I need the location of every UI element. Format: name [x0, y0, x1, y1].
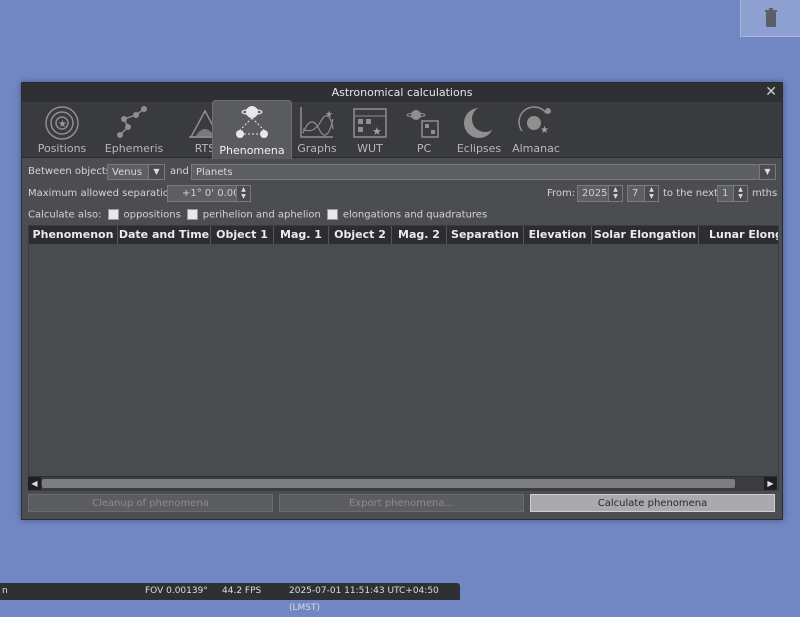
tab-label: Graphs: [297, 142, 337, 155]
oppositions-label: oppositions: [123, 209, 181, 221]
status-datetime: 2025-07-01 11:51:43 UTC+04:50 (LMST): [289, 586, 439, 613]
column-header[interactable]: Object 2: [329, 226, 392, 244]
max-separation-value: +1° 0' 0.00": [182, 188, 245, 199]
svg-text:★: ★: [540, 125, 549, 136]
column-header[interactable]: Lunar Elongat: [699, 226, 778, 244]
positions-icon: ★: [45, 106, 79, 140]
object1-value: Venus: [112, 167, 143, 178]
tab-graphs[interactable]: ★ Graphs: [292, 102, 342, 157]
horizontal-scrollbar[interactable]: ◀ ▶: [28, 476, 777, 490]
graphs-icon: ★: [300, 107, 334, 138]
months-label: mths: [752, 188, 778, 199]
column-header[interactable]: Separation: [447, 226, 524, 244]
from-year-value: 2025: [582, 188, 608, 199]
almanac-icon: ★: [518, 106, 551, 136]
perihelion-checkbox[interactable]: [186, 209, 198, 220]
elongations-label: elongations and quadratures: [342, 209, 488, 221]
scroll-left-icon[interactable]: ◀: [28, 477, 41, 490]
from-year-spinbox[interactable]: 2025 ▲ ▼: [577, 185, 623, 202]
perihelion-label: perihelion and aphelion: [202, 209, 321, 221]
cleanup-phenomena-button[interactable]: Cleanup of phenomena: [28, 494, 273, 512]
svg-text:★: ★: [372, 125, 382, 138]
scrollbar-thumb[interactable]: [42, 479, 735, 488]
tab-label: WUT: [357, 142, 383, 155]
scroll-right-icon[interactable]: ▶: [764, 477, 777, 490]
tab-ephemeris[interactable]: Ephemeris: [98, 102, 170, 157]
next-months-value: 1: [722, 188, 729, 199]
from-label: From:: [547, 188, 576, 199]
tab-label: Eclipses: [456, 142, 502, 155]
from-month-spinbox[interactable]: 7 ▲ ▼: [627, 185, 659, 202]
tab-eclipses[interactable]: Eclipses: [452, 102, 506, 157]
tab-label: Positions: [37, 142, 87, 155]
column-header[interactable]: Date and Time: [118, 226, 211, 244]
tab-phenomena[interactable]: Phenomena: [212, 100, 292, 159]
from-month-value: 7: [632, 188, 639, 199]
chevron-down-icon: ▼: [148, 165, 164, 179]
object1-select[interactable]: Venus ▼: [107, 164, 165, 180]
tab-label: Ephemeris: [104, 142, 164, 155]
between-objects-label: Between objects:: [28, 166, 115, 177]
and-label: and: [170, 166, 189, 177]
tab-wut[interactable]: ★ WUT: [345, 102, 395, 157]
trash-icon: [765, 8, 777, 27]
object2-value: Planets: [196, 167, 233, 178]
next-months-spinbox[interactable]: 1 ▲ ▼: [717, 185, 748, 202]
max-separation-label: Maximum allowed separation:: [28, 188, 179, 199]
calculate-also-label: Calculate also:: [28, 209, 102, 221]
spin-arrows-icon[interactable]: ▲ ▼: [608, 186, 622, 201]
calculate-phenomena-button[interactable]: Calculate phenomena: [530, 494, 775, 512]
status-location: n: [2, 586, 8, 596]
dialog-titlebar[interactable]: Astronomical calculations ✕: [22, 83, 782, 102]
spin-arrows-icon[interactable]: ▲ ▼: [733, 186, 747, 201]
tab-label: Phenomena: [219, 144, 285, 157]
close-icon[interactable]: ✕: [765, 83, 777, 101]
svg-text:★: ★: [325, 110, 333, 120]
column-header[interactable]: Phenomenon: [29, 226, 118, 244]
max-separation-spinbox[interactable]: +1° 0' 0.00" ▲ ▼: [167, 185, 251, 202]
eclipses-icon: [464, 106, 498, 138]
dialog-title: Astronomical calculations: [331, 86, 473, 99]
oppositions-checkbox[interactable]: [107, 209, 119, 220]
export-phenomena-button[interactable]: Export phenomena...: [279, 494, 524, 512]
column-header[interactable]: Elevation: [524, 226, 592, 244]
chevron-down-icon: ▼: [759, 165, 775, 179]
status-bar: n FOV 0.00139° 44.2 FPS 2025-07-01 11:51…: [0, 583, 460, 613]
object2-select[interactable]: Planets ▼: [191, 164, 776, 180]
column-header[interactable]: Mag. 2: [392, 226, 447, 244]
tab-pc[interactable]: PC: [399, 102, 449, 157]
trash-button[interactable]: [740, 0, 800, 37]
tab-almanac[interactable]: ★ Almanac: [509, 102, 563, 157]
column-header[interactable]: Solar Elongation: [592, 226, 699, 244]
astronomical-calculations-dialog: Astronomical calculations ✕ ★ Positions …: [21, 82, 783, 520]
column-header[interactable]: Object 1: [211, 226, 274, 244]
status-fps: 44.2 FPS: [222, 586, 262, 596]
tab-bar: ★ Positions Ephemeris RTS Phenomena ★ Gr…: [22, 100, 782, 159]
tab-label: PC: [416, 142, 432, 155]
table-header: Phenomenon Date and Time Object 1 Mag. 1…: [29, 226, 778, 244]
tab-positions[interactable]: ★ Positions: [26, 102, 98, 157]
svg-text:★: ★: [58, 119, 67, 130]
elongations-checkbox[interactable]: [326, 209, 338, 220]
spin-arrows-icon[interactable]: ▲ ▼: [644, 186, 658, 201]
wut-icon: ★: [353, 108, 387, 138]
column-header[interactable]: Mag. 1: [274, 226, 329, 244]
ephemeris-icon: [117, 106, 147, 138]
status-fov: FOV 0.00139°: [145, 586, 208, 596]
pc-icon: [406, 110, 439, 138]
spin-arrows-icon[interactable]: ▲ ▼: [236, 186, 250, 201]
calculate-also-row: Calculate also: oppositions perihelion and…: [28, 209, 487, 221]
to-next-label: to the next: [663, 188, 718, 199]
tab-label: Almanac: [512, 142, 560, 155]
phenomena-icon: [236, 106, 268, 138]
phenomena-table[interactable]: Phenomenon Date and Time Object 1 Mag. 1…: [28, 225, 779, 491]
